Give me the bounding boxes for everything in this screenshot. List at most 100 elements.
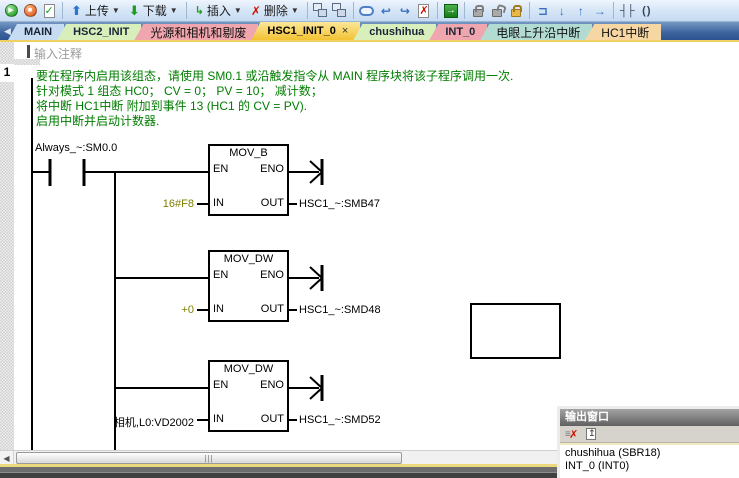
insert-button[interactable]: ↳ 插入 ▼ — [192, 1, 245, 21]
delete-icon: ✗ — [251, 4, 261, 18]
clear-output-button[interactable]: ≡ ✗ — [565, 428, 579, 441]
upload-button[interactable]: ⬆ 上传 ▼ — [68, 1, 123, 21]
port-out: OUT — [261, 303, 284, 315]
line-up-icon: ↑ — [578, 4, 584, 18]
redo-arrow-icon: ↪ — [400, 4, 410, 18]
port-out: OUT — [261, 413, 284, 425]
insert-branch-button[interactable]: ⊐ — [535, 3, 551, 19]
output-line: INT_0 (INT0) — [565, 460, 739, 473]
download-icon: ⬇ — [129, 3, 140, 19]
output-line: chushihua (SBR18) — [565, 447, 739, 460]
download-button[interactable]: ⬇ 下载 ▼ — [126, 1, 181, 21]
block2-out-operand[interactable]: HSC1_~:SMD48 — [299, 304, 381, 316]
next-bookmark-button[interactable]: ↪ — [397, 3, 413, 19]
toolbar-separator — [353, 2, 354, 19]
download-dropdown-icon[interactable]: ▼ — [170, 6, 178, 15]
undo-arrow-icon: ↩ — [381, 4, 391, 18]
branch-icon: ⊐ — [538, 4, 548, 18]
delete-label: 删除 — [264, 2, 288, 19]
horizontal-scrollbar[interactable]: ◀ ||| — [0, 450, 557, 464]
scroll-left-button[interactable]: ◀ — [0, 451, 14, 465]
insert-label: 插入 — [207, 2, 231, 19]
block1-out-operand[interactable]: HSC1_~:SMB47 — [299, 198, 380, 210]
empty-selection-box[interactable] — [470, 303, 561, 359]
run-button[interactable]: ▶ — [3, 3, 19, 19]
tab-guangyuan[interactable]: 光源和相机和剔废 — [134, 24, 258, 40]
bookmark-button[interactable] — [359, 3, 375, 19]
export-output-button[interactable]: ↥ — [586, 428, 596, 440]
output-window-content: chushihua (SBR18) INT_0 (INT0) — [560, 443, 739, 476]
bookmark-icon — [359, 6, 374, 16]
delete-dropdown-icon[interactable]: ▼ — [291, 6, 299, 15]
port-en: EN — [213, 269, 228, 281]
output-window: 输出窗口 ≡ ✗ ↥ chushihua (SBR18) INT_0 (INT0… — [557, 406, 739, 478]
play-icon: ▶ — [5, 4, 18, 17]
block-title: MOV_DW — [210, 253, 287, 265]
contact-operand[interactable]: Always_~:SM0.0 — [35, 142, 117, 154]
goto-button[interactable]: → — [443, 3, 459, 19]
scrollbar-thumb[interactable]: ||| — [16, 452, 402, 464]
clear-bookmarks-button[interactable]: ✗ — [416, 3, 432, 19]
lock-icon — [473, 9, 483, 17]
toolbar-separator — [62, 2, 63, 19]
unlock-button[interactable] — [489, 3, 505, 19]
contact-icon: ┤├ — [620, 5, 634, 17]
lock-add-button[interactable] — [508, 3, 524, 19]
block-title: MOV_DW — [210, 363, 287, 375]
port-eno: ENO — [260, 379, 284, 391]
block1-in-operand[interactable]: 16#F8 — [76, 198, 194, 210]
line-right-button[interactable]: → — [592, 3, 608, 19]
block3-out-operand[interactable]: HSC1_~:SMD52 — [299, 414, 381, 426]
network-blocks-button[interactable] — [332, 3, 348, 19]
line-down-button[interactable]: ↓ — [554, 3, 570, 19]
tab-main[interactable]: MAIN — [8, 24, 64, 40]
port-en: EN — [213, 379, 228, 391]
toolbar-separator — [529, 2, 530, 19]
upload-dropdown-icon[interactable]: ▼ — [112, 6, 120, 15]
line-right-icon: → — [594, 4, 606, 18]
cascade-windows-button[interactable] — [313, 3, 329, 19]
block3-in-operand[interactable]: 相机,L0:VD2002 — [76, 414, 194, 430]
toolbar-separator — [186, 2, 187, 19]
window-bottom-strip-dark — [0, 472, 557, 478]
mov-b-block[interactable]: MOV_B EN ENO IN OUT — [208, 144, 289, 216]
port-in: IN — [213, 197, 224, 209]
insert-icon: ↳ — [195, 4, 204, 17]
lock-button[interactable] — [470, 3, 486, 19]
port-eno: ENO — [260, 163, 284, 175]
mov-dw-block-1[interactable]: MOV_DW EN ENO IN OUT — [208, 250, 289, 322]
tab-hc1-interrupt[interactable]: HC1中断 — [585, 24, 661, 40]
coil-icon: ( ) — [642, 5, 649, 17]
line-up-button[interactable]: ↑ — [573, 3, 589, 19]
tab-close-icon[interactable]: × — [342, 25, 348, 37]
red-x-icon: ✗ — [569, 429, 578, 442]
toolbar-separator — [437, 2, 438, 19]
tab-chushihua[interactable]: chushihua — [353, 24, 436, 40]
stop-button[interactable]: ■ — [22, 3, 38, 19]
block2-in-operand[interactable]: +0 — [76, 304, 194, 316]
tab-hsc2-init[interactable]: HSC2_INIT — [57, 24, 141, 40]
tab-hsc1-init-0[interactable]: HSC1_INIT_0 × — [251, 22, 360, 40]
lock-plus-icon — [511, 9, 521, 17]
cascade-icon — [313, 3, 328, 18]
compile-button[interactable]: ✓ — [41, 3, 57, 19]
insert-coil-button[interactable]: ( ) — [638, 3, 654, 19]
mov-dw-block-2[interactable]: MOV_DW EN ENO IN OUT — [208, 360, 289, 432]
go-arrow-icon: → — [444, 4, 458, 18]
ladder-editor: 输入注释 1 要在程序内启用该组态，请使用 SM0.1 或沿触发指令从 MAIN… — [0, 42, 739, 478]
tab-int-0[interactable]: INT_0 — [429, 24, 487, 40]
prev-bookmark-button[interactable]: ↩ — [378, 3, 394, 19]
export-arrow-icon: ↥ — [588, 428, 596, 439]
port-in: IN — [213, 303, 224, 315]
upload-label: 上传 — [85, 2, 109, 19]
unlock-icon — [492, 9, 502, 17]
blocks-icon — [332, 3, 347, 18]
insert-contact-button[interactable]: ┤├ — [619, 3, 635, 19]
plc-editor-window: ▶ ■ ✓ ⬆ 上传 ▼ ⬇ 下载 ▼ ↳ 插入 ▼ ✗ 删除 ▼ ↩ — [0, 0, 739, 478]
port-en: EN — [213, 163, 228, 175]
upload-icon: ⬆ — [71, 3, 82, 19]
insert-dropdown-icon[interactable]: ▼ — [234, 6, 242, 15]
output-window-title[interactable]: 输出窗口 — [560, 409, 739, 426]
delete-button[interactable]: ✗ 删除 ▼ — [248, 1, 302, 21]
tab-dianyan[interactable]: 电眼上升沿中断 — [480, 24, 592, 40]
